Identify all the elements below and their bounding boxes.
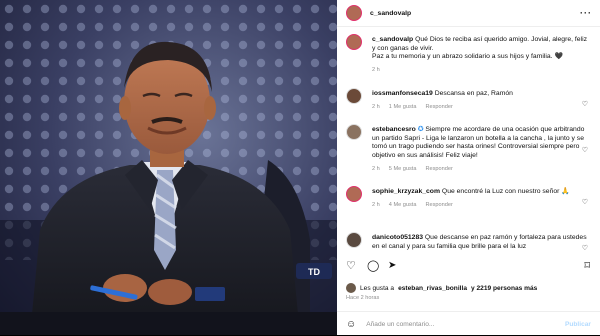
- heart-icon[interactable]: ♡: [582, 146, 588, 154]
- comment-likes[interactable]: 5 Me gusta: [389, 165, 417, 174]
- comment-username[interactable]: estebancesro: [372, 126, 416, 133]
- comment-username[interactable]: sophie_krzyzak_com: [372, 188, 440, 195]
- tv-logo: TD: [296, 263, 332, 279]
- post-username[interactable]: c_sandovalp: [370, 10, 411, 17]
- more-horizontal-icon[interactable]: ···: [580, 8, 592, 18]
- bookmark-icon[interactable]: ⌑: [584, 260, 590, 272]
- post-image: TD: [0, 0, 337, 335]
- svg-text:TD: TD: [308, 267, 320, 277]
- comment-username[interactable]: danicoto051283: [372, 234, 423, 241]
- post-button[interactable]: Publicar: [565, 321, 591, 328]
- likes-count[interactable]: y 2219 personas más: [471, 285, 537, 292]
- post-timestamp: Hace 2 horas: [346, 295, 380, 301]
- emoji-icon[interactable]: ☺: [346, 319, 356, 330]
- comment-icon[interactable]: ◯: [367, 260, 379, 272]
- avatar[interactable]: [346, 34, 362, 50]
- likes-summary: Les gusta a esteban_rivas_bonilla y 2219…: [346, 283, 537, 293]
- heart-icon[interactable]: ♡: [346, 260, 356, 272]
- comment-time: 2 h: [372, 201, 380, 208]
- comment-username[interactable]: c_sandovalp: [372, 36, 413, 43]
- comment-likes[interactable]: 1 Me gusta: [389, 103, 417, 112]
- avatar[interactable]: [346, 232, 362, 248]
- share-icon[interactable]: ➤: [388, 260, 396, 272]
- heart-icon[interactable]: ♡: [582, 244, 588, 252]
- comment-input[interactable]: [364, 319, 549, 329]
- right-hand: [148, 279, 192, 305]
- reply-button[interactable]: Responder: [425, 165, 452, 174]
- avatar[interactable]: [346, 88, 362, 104]
- reply-button[interactable]: Responder: [425, 103, 452, 112]
- badge: [195, 287, 225, 301]
- post-actions: ♡ ◯ ➤ ⌑: [337, 260, 600, 274]
- avatar[interactable]: [346, 124, 362, 140]
- avatar: [346, 283, 356, 293]
- comment-time: 2 h: [372, 165, 380, 172]
- post-photo[interactable]: TD: [0, 0, 337, 335]
- likes-prefix: Les gusta a: [360, 284, 395, 292]
- post-header: c_sandovalp ···: [337, 0, 600, 27]
- avatar[interactable]: [346, 5, 362, 21]
- comment-likes[interactable]: 4 Me gusta: [389, 201, 417, 210]
- comment-text: Que encontré la Luz con nuestro señor 🙏: [441, 188, 570, 195]
- comments-list: c_sandovalp Qué Dios te reciba así queri…: [337, 28, 600, 260]
- heart-icon[interactable]: ♡: [582, 198, 588, 206]
- reply-button[interactable]: Responder: [425, 201, 452, 210]
- post-sidebar: c_sandovalp ··· c_sandovalp Qué Dios te …: [337, 0, 600, 335]
- comment-text: Descansa en paz, Ramón: [434, 90, 513, 97]
- verified-icon: ✪: [417, 126, 424, 133]
- left-hand: [103, 274, 147, 302]
- liker-username[interactable]: esteban_rivas_bonilla: [398, 285, 467, 292]
- comment-time: 2 h: [372, 67, 380, 74]
- heart-icon[interactable]: ♡: [582, 100, 588, 108]
- avatar[interactable]: [346, 186, 362, 202]
- comment-username[interactable]: iossmanfonseca19: [372, 90, 433, 97]
- add-comment-bar: ☺ Publicar: [337, 311, 600, 336]
- comment-time: 2 h: [372, 103, 380, 110]
- comment-text-continued: Paz a tu memoria y un abrazo solidario a…: [372, 53, 563, 61]
